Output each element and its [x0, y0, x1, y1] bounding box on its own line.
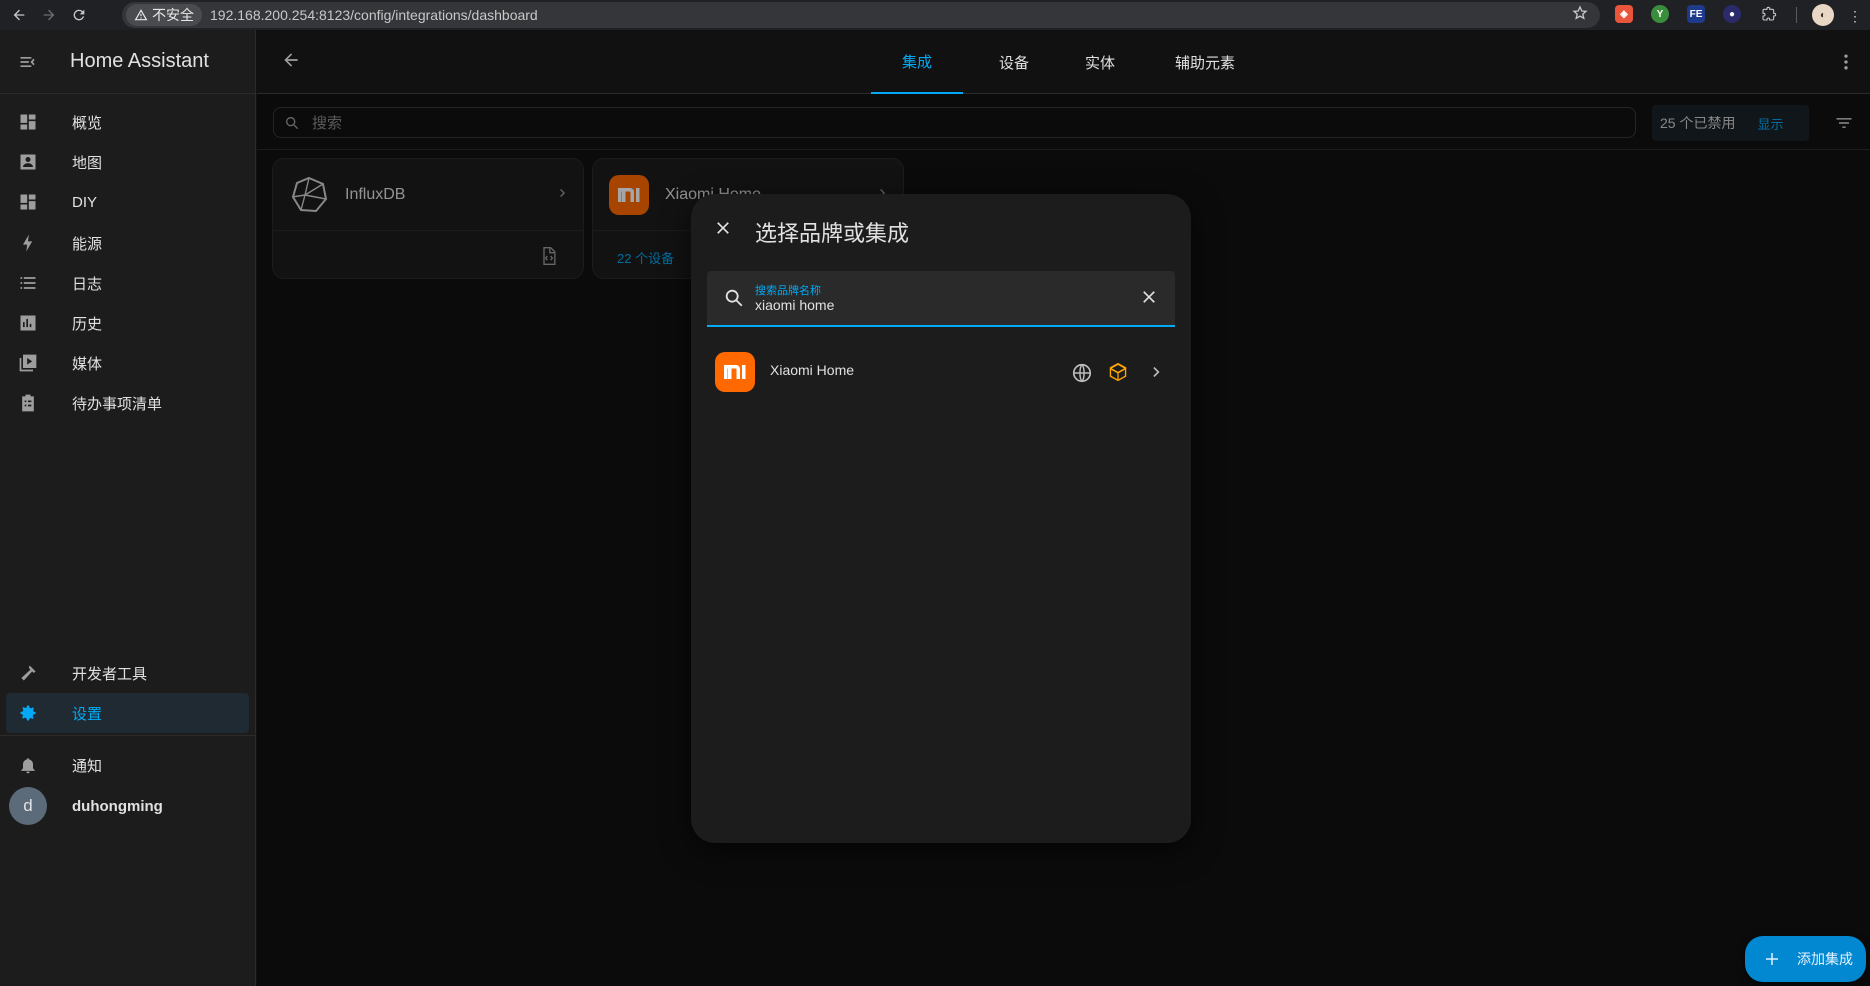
list-icon: [6, 273, 50, 293]
security-chip[interactable]: 不安全: [126, 4, 202, 26]
dialog-title: 选择品牌或集成: [755, 221, 910, 246]
brand-search-field[interactable]: 搜索品牌名称 xiaomi home: [707, 271, 1175, 327]
result-name: Xiaomi Home: [770, 362, 855, 378]
forward-arrow-icon[interactable]: [38, 4, 60, 26]
sidebar-item-label: 设置: [72, 705, 103, 723]
tab-devices[interactable]: 设备: [979, 30, 1049, 94]
url-text: 192.168.200.254:8123/config/integrations…: [210, 7, 538, 23]
user-name: duhongming: [72, 797, 163, 815]
clipboard-icon: [6, 393, 50, 413]
sidebar-item-map[interactable]: 地图: [6, 142, 249, 182]
map-icon: [6, 152, 50, 172]
sidebar-item-settings[interactable]: 设置: [6, 693, 249, 733]
browser-menu-icon[interactable]: ⋮: [1848, 8, 1862, 25]
chart-icon: [6, 313, 50, 333]
close-icon[interactable]: [713, 218, 733, 238]
puzzle-icon[interactable]: [1760, 5, 1778, 23]
sidebar: Home Assistant 概览 地图 DIY 能源 日志 历史 媒体 待办事…: [0, 30, 256, 986]
chevron-right-icon: [1147, 362, 1167, 382]
warning-icon: [134, 9, 148, 21]
search-result-item[interactable]: Xiaomi Home: [691, 344, 1191, 400]
plus-icon: [1763, 950, 1781, 968]
sidebar-item-developer-tools[interactable]: 开发者工具: [6, 653, 249, 693]
fab-label: 添加集成: [1797, 951, 1853, 967]
security-label: 不安全: [152, 7, 194, 23]
browser-toolbar: 不安全 192.168.200.254:8123/config/integrat…: [0, 0, 1870, 30]
clear-icon[interactable]: [1139, 287, 1159, 307]
media-icon: [6, 353, 50, 373]
sidebar-item-label: 待办事项清单: [72, 395, 163, 413]
globe-icon: [1071, 362, 1093, 384]
app-title: Home Assistant: [70, 50, 209, 72]
sidebar-item-energy[interactable]: 能源: [6, 223, 249, 263]
dashboard-icon: [6, 112, 50, 132]
bell-icon: [6, 755, 50, 775]
sidebar-item-label: 历史: [72, 315, 103, 333]
profile-avatar[interactable]: ◐: [1812, 4, 1834, 26]
sidebar-item-user[interactable]: d duhongming: [6, 784, 249, 828]
address-bar[interactable]: 不安全 192.168.200.254:8123/config/integrat…: [122, 2, 1600, 28]
sidebar-item-logbook[interactable]: 日志: [6, 263, 249, 303]
search-icon: [723, 287, 745, 309]
sidebar-item-diy[interactable]: DIY: [6, 182, 249, 222]
tab-integrations[interactable]: 集成: [871, 30, 963, 94]
sidebar-item-label: 通知: [72, 757, 103, 775]
sidebar-item-label: 能源: [72, 235, 103, 253]
lightning-icon: [6, 233, 50, 253]
avatar-initial: d: [9, 787, 47, 825]
extension-icon[interactable]: ●: [1723, 5, 1741, 23]
custom-integration-icon: [1107, 361, 1129, 383]
sidebar-header: Home Assistant: [0, 30, 255, 94]
sidebar-item-todo[interactable]: 待办事项清单: [6, 383, 249, 423]
sidebar-item-label: 日志: [72, 275, 103, 293]
brand-picker-dialog: 选择品牌或集成 搜索品牌名称 xiaomi home Xiaomi Home: [691, 194, 1191, 843]
sidebar-item-label: DIY: [72, 193, 98, 211]
toolbar-divider: [1796, 7, 1797, 23]
menu-collapse-icon[interactable]: [0, 52, 56, 72]
sidebar-item-label: 地图: [72, 154, 103, 172]
avatar: d: [6, 787, 50, 825]
tab-entities[interactable]: 实体: [1065, 30, 1135, 94]
extension-icon[interactable]: Y: [1651, 5, 1669, 23]
extension-icon[interactable]: FE: [1687, 5, 1705, 23]
extension-icon[interactable]: ◈: [1615, 5, 1633, 23]
bookmark-star-icon[interactable]: [1572, 5, 1588, 21]
top-bar: 集成 设备 实体 辅助元素: [257, 30, 1870, 94]
sidebar-item-notifications[interactable]: 通知: [6, 745, 249, 785]
back-arrow-icon[interactable]: [281, 50, 301, 70]
sidebar-item-label: 开发者工具: [72, 665, 148, 683]
hammer-icon: [6, 663, 50, 683]
field-label: 搜索品牌名称: [755, 285, 821, 297]
dashboard-icon: [6, 192, 50, 212]
overflow-menu-icon[interactable]: [1836, 52, 1856, 72]
reload-icon[interactable]: [68, 4, 90, 26]
xiaomi-logo-icon: [715, 352, 755, 392]
sidebar-item-label: 媒体: [72, 355, 103, 373]
add-integration-button[interactable]: 添加集成: [1745, 936, 1866, 982]
back-arrow-icon[interactable]: [8, 4, 30, 26]
field-value: xiaomi home: [755, 297, 835, 313]
sidebar-item-history[interactable]: 历史: [6, 303, 249, 343]
sidebar-item-media[interactable]: 媒体: [6, 343, 249, 383]
gear-icon: [6, 703, 50, 723]
sidebar-divider: [0, 735, 256, 736]
sidebar-item-overview[interactable]: 概览: [6, 102, 249, 142]
tab-helpers[interactable]: 辅助元素: [1155, 30, 1255, 94]
sidebar-item-label: 概览: [72, 114, 103, 132]
